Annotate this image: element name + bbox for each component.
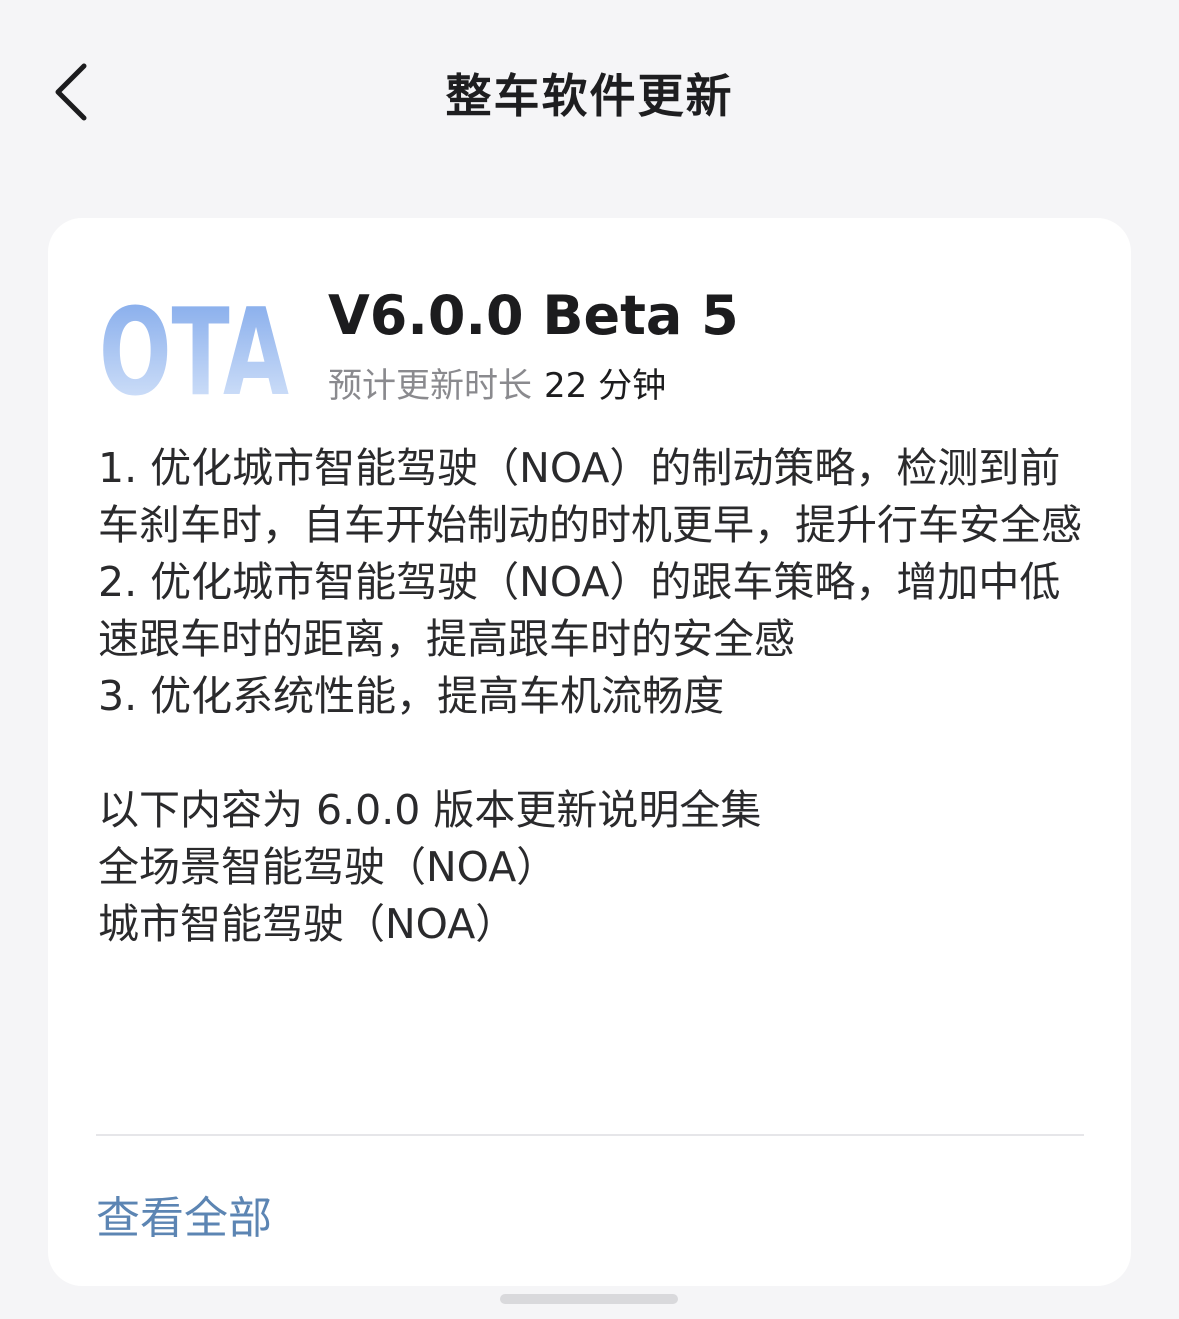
release-note-item: 1. 优化城市智能驾驶（NOA）的制动策略，检测到前车刹车时，自车开始制动的时机…	[98, 444, 1082, 549]
notes-spacer	[98, 725, 1088, 782]
release-notes: 1. 优化城市智能驾驶（NOA）的制动策略，检测到前车刹车时，自车开始制动的时机…	[98, 440, 1088, 953]
summary-line: 城市智能驾驶（NOA）	[98, 900, 517, 948]
home-indicator	[500, 1294, 678, 1304]
duration-value: 22 分钟	[544, 366, 667, 406]
update-duration: 预计更新时长 22 分钟	[328, 358, 666, 407]
release-note-item: 3. 优化系统性能，提高车机流畅度	[98, 672, 725, 720]
update-card: OTA V6.0.0 Beta 5 预计更新时长 22 分钟 1. 优化城市智能驾…	[48, 218, 1131, 1286]
duration-label: 预计更新时长	[328, 366, 532, 406]
divider	[96, 1134, 1084, 1136]
release-note-item: 2. 优化城市智能驾驶（NOA）的跟车策略，增加中低速跟车时的距离，提高跟车时的…	[98, 558, 1061, 663]
version-title: V6.0.0 Beta 5	[328, 284, 739, 347]
page-title: 整车软件更新	[445, 69, 734, 123]
ota-logo-text: OTA	[99, 284, 289, 408]
summary-line: 以下内容为 6.0.0 版本更新说明全集	[98, 786, 762, 834]
ota-logo: OTA	[94, 284, 294, 423]
view-all-link[interactable]: 查看全部	[96, 1182, 272, 1246]
header-bar: 整车软件更新	[0, 0, 1179, 190]
summary-line: 全场景智能驾驶（NOA）	[98, 843, 558, 891]
